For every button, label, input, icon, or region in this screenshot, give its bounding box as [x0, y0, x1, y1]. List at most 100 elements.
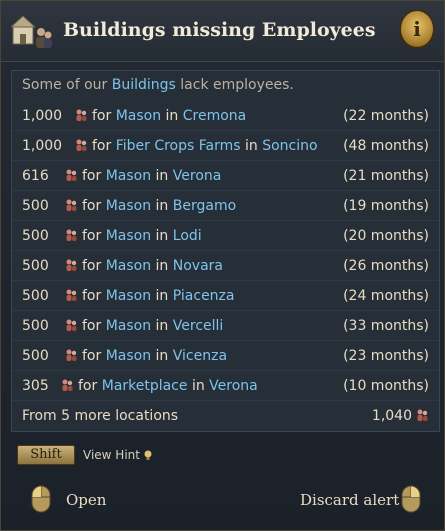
building-link[interactable]: Mason [116, 108, 161, 124]
duration: (33 months) [343, 318, 429, 334]
in-word: in [155, 168, 169, 184]
employee-count: 1,000 [22, 138, 63, 154]
duration: (10 months) [343, 378, 429, 394]
panel-title: Buildings missing Employees [63, 19, 376, 41]
row-description: for Mason in Verona [64, 168, 221, 184]
town-link[interactable]: Bergamo [173, 198, 236, 214]
more-locations-label: From 5 more locations [22, 408, 179, 424]
for-word: for [78, 378, 98, 394]
row-description: for Mason in Piacenza [64, 288, 234, 304]
more-locations-value: 1,040 [372, 408, 429, 424]
building-link[interactable]: Mason [106, 318, 151, 334]
duration: (48 months) [343, 138, 429, 154]
for-word: for [82, 228, 102, 244]
shift-key: Shift [17, 445, 75, 465]
in-word: in [155, 288, 169, 304]
employee-count: 500 [22, 348, 49, 364]
panel-header: Buildings missing Employees i [1, 1, 444, 62]
table-row[interactable]: 305 for Marketplace in Verona (10 months) [12, 371, 439, 401]
employees-icon [76, 109, 87, 121]
duration: (24 months) [343, 288, 429, 304]
employees-icon [66, 229, 77, 241]
in-word: in [155, 198, 169, 214]
info-button[interactable]: i [399, 9, 435, 49]
town-link[interactable]: Verona [173, 168, 222, 184]
town-link[interactable]: Lodi [173, 228, 202, 244]
left-mouse-button-icon [31, 485, 51, 513]
table-row[interactable]: 1,000 for Fiber Crops Farms in Soncino (48… [12, 131, 439, 161]
duration: (26 months) [343, 258, 429, 274]
employees-icon [66, 319, 77, 331]
town-link[interactable]: Vercelli [173, 318, 224, 334]
employee-count: 500 [22, 198, 49, 214]
building-link[interactable]: Mason [106, 288, 151, 304]
more-value-text: 1,040 [371, 408, 412, 424]
employee-count: 1,000 [22, 108, 63, 124]
more-locations-row[interactable]: From 5 more locations 1,040 [12, 401, 439, 431]
building-link[interactable]: Marketplace [102, 378, 188, 394]
buildings-link[interactable]: Buildings [112, 77, 176, 93]
row-description: for Fiber Crops Farms in Soncino [74, 138, 318, 154]
employee-count: 500 [22, 318, 49, 334]
employees-icon [76, 139, 87, 151]
employee-count: 500 [22, 258, 49, 274]
row-description: for Mason in Cremona [74, 108, 246, 124]
for-word: for [92, 108, 112, 124]
lightbulb-icon [144, 450, 152, 460]
info-icon: i [413, 17, 421, 41]
building-link[interactable]: Mason [106, 168, 151, 184]
table-row[interactable]: 500 for Mason in Lodi (20 months) [12, 221, 439, 251]
town-link[interactable]: Vicenza [173, 348, 227, 364]
town-link[interactable]: Soncino [262, 138, 317, 154]
row-description: for Mason in Vicenza [64, 348, 227, 364]
table-row[interactable]: 500 for Mason in Novara (26 months) [12, 251, 439, 281]
open-button[interactable]: Open [66, 491, 106, 509]
discard-alert-button[interactable]: Discard alert [300, 491, 399, 509]
table-row[interactable]: 500 for Mason in Vicenza (23 months) [12, 341, 439, 371]
employees-list: Some of our Buildings lack employees. 1,… [11, 70, 440, 432]
for-word: for [82, 168, 102, 184]
building-link[interactable]: Fiber Crops Farms [116, 138, 241, 154]
town-link[interactable]: Cremona [183, 108, 247, 124]
town-link[interactable]: Piacenza [173, 288, 235, 304]
alert-panel: Buildings missing Employees i Some of ou… [0, 0, 445, 531]
row-description: for Marketplace in Verona [60, 378, 258, 394]
view-hint[interactable]: View Hint [83, 448, 154, 462]
employees-icon [66, 199, 77, 211]
table-row[interactable]: 500 for Mason in Vercelli (33 months) [12, 311, 439, 341]
employees-icon [66, 169, 77, 181]
town-link[interactable]: Novara [173, 258, 223, 274]
in-word: in [191, 378, 205, 394]
table-row[interactable]: 500 for Mason in Bergamo (19 months) [12, 191, 439, 221]
building-link[interactable]: Mason [106, 228, 151, 244]
intro-prefix: Some of our [22, 77, 112, 93]
table-row[interactable]: 1,000 for Mason in Cremona (22 months) [12, 101, 439, 131]
employees-icon [66, 349, 77, 361]
in-word: in [155, 258, 169, 274]
in-word: in [155, 228, 169, 244]
employees-icon [417, 409, 428, 421]
employee-count: 616 [22, 168, 49, 184]
for-word: for [82, 258, 102, 274]
in-word: in [155, 348, 169, 364]
table-row[interactable]: 616 for Mason in Verona (21 months) [12, 161, 439, 191]
building-link[interactable]: Mason [106, 258, 151, 274]
table-row[interactable]: 500 for Mason in Piacenza (24 months) [12, 281, 439, 311]
in-word: in [165, 108, 179, 124]
row-description: for Mason in Lodi [64, 228, 202, 244]
town-link[interactable]: Verona [209, 378, 258, 394]
view-hint-label: View Hint [83, 448, 140, 462]
in-word: in [245, 138, 258, 154]
row-description: for Mason in Vercelli [64, 318, 223, 334]
employees-icon [62, 379, 73, 391]
for-word: for [82, 198, 102, 214]
employee-count: 305 [22, 378, 49, 394]
duration: (21 months) [343, 168, 429, 184]
building-link[interactable]: Mason [106, 348, 151, 364]
building-link[interactable]: Mason [106, 198, 151, 214]
row-description: for Mason in Bergamo [64, 198, 236, 214]
duration: (20 months) [343, 228, 429, 244]
in-word: in [155, 318, 169, 334]
for-word: for [82, 288, 102, 304]
employee-count: 500 [22, 228, 49, 244]
